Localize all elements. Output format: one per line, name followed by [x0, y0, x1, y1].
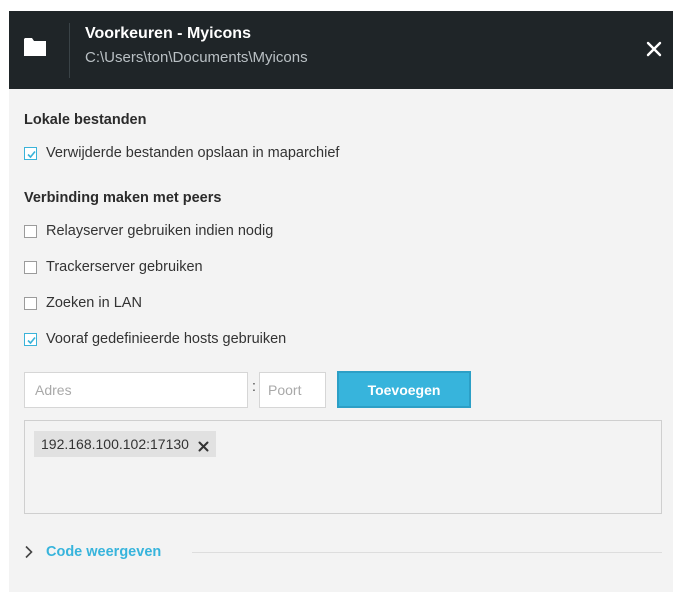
window-path: C:\Users\ton\Documents\Myicons: [85, 49, 308, 66]
address-input[interactable]: [24, 372, 248, 408]
host-tag-label: 192.168.100.102:17130: [41, 436, 189, 452]
show-code-label: Code weergeven: [46, 544, 162, 560]
preferences-content: Lokale bestanden Verwijderde bestanden o…: [9, 89, 673, 592]
host-tag: 192.168.100.102:17130: [34, 431, 216, 457]
address-port-separator: :: [251, 378, 257, 395]
folder-icon: [24, 37, 46, 57]
window-title: Voorkeuren - Myicons: [85, 25, 251, 42]
title-divider: [69, 23, 70, 78]
show-code-toggle[interactable]: Code weergeven: [24, 542, 161, 562]
checkbox-unchecked[interactable]: [24, 224, 37, 238]
checkbox-label: Relayserver gebruiken indien nodig: [46, 223, 274, 239]
checkbox-label: Verwijderde bestanden opslaan in maparch…: [46, 145, 340, 161]
checkbox-unchecked[interactable]: [24, 260, 37, 274]
code-divider: [192, 552, 662, 553]
checkbox-row-relayserver[interactable]: Relayserver gebruiken indien nodig: [24, 222, 273, 240]
checkbox-unchecked[interactable]: [24, 296, 37, 310]
checkbox-checked[interactable]: [24, 332, 37, 346]
checkbox-row-predefined-hosts[interactable]: Vooraf gedefinieerde hosts gebruiken: [24, 330, 286, 348]
close-icon[interactable]: [198, 439, 209, 451]
checkbox-label: Trackerserver gebruiken: [46, 259, 203, 275]
chevron-right-icon: [24, 545, 34, 559]
local-files-heading: Lokale bestanden: [24, 112, 147, 128]
hosts-list: 192.168.100.102:17130: [24, 420, 662, 514]
checkbox-row-search-lan[interactable]: Zoeken in LAN: [24, 294, 142, 312]
peers-heading: Verbinding maken met peers: [24, 190, 222, 206]
checkbox-checked[interactable]: [24, 146, 37, 160]
checkbox-row-trackerserver[interactable]: Trackerserver gebruiken: [24, 258, 203, 276]
checkbox-row-save-deleted-files[interactable]: Verwijderde bestanden opslaan in maparch…: [24, 144, 339, 162]
checkbox-label: Vooraf gedefinieerde hosts gebruiken: [46, 331, 287, 347]
add-host-button[interactable]: Toevoegen: [337, 371, 471, 408]
title-bar: Voorkeuren - Myicons C:\Users\ton\Docume…: [9, 11, 673, 89]
port-input[interactable]: [259, 372, 326, 408]
preferences-window: Voorkeuren - Myicons C:\Users\ton\Docume…: [9, 11, 673, 592]
checkbox-label: Zoeken in LAN: [46, 295, 142, 311]
close-icon[interactable]: [642, 37, 666, 61]
